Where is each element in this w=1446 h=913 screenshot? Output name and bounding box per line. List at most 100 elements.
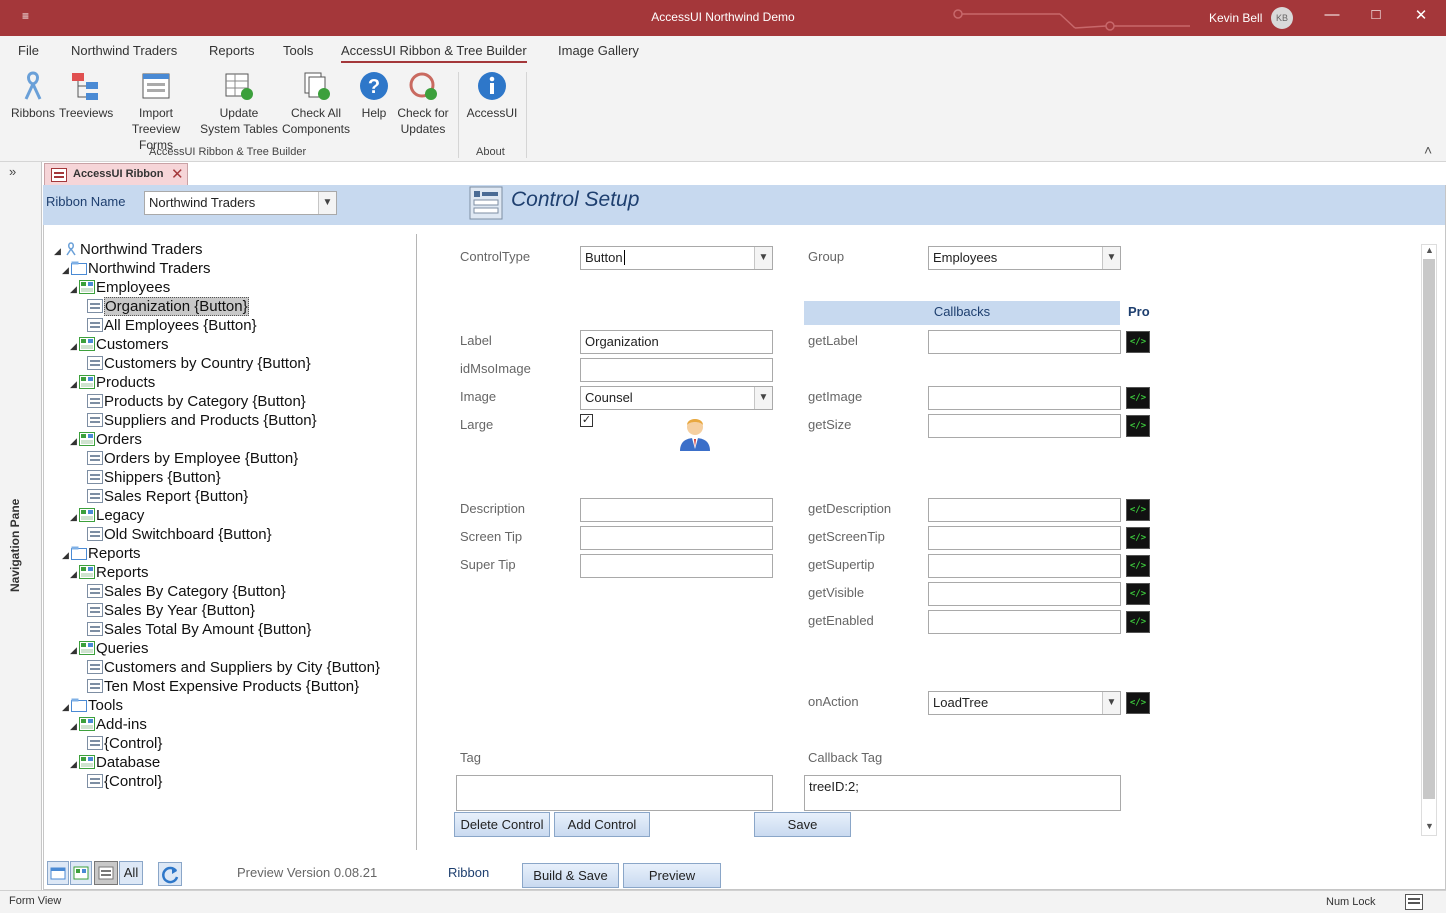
minimize-button[interactable]: — — [1317, 6, 1347, 23]
ribbons-button[interactable]: Ribbons — [9, 70, 57, 121]
navigation-pane[interactable]: » Navigation Pane — [0, 162, 42, 890]
scroll-up-icon[interactable]: ▲ — [1425, 245, 1434, 255]
expand-nav-icon[interactable]: » — [9, 164, 16, 179]
large-checkbox[interactable]: ✓ — [580, 414, 593, 427]
get-description-code-button[interactable]: </> — [1126, 499, 1150, 521]
chevron-down-icon[interactable]: ▼ — [1102, 692, 1120, 714]
super-tip-field[interactable] — [580, 554, 773, 578]
get-visible-code-button[interactable]: </> — [1126, 583, 1150, 605]
tree-node[interactable]: ◢ Queries — [70, 639, 149, 658]
tree-node[interactable]: Old Switchboard {Button} — [78, 525, 272, 544]
add-control-button[interactable]: Add Control — [554, 812, 650, 837]
close-window-button[interactable]: ✕ — [1406, 6, 1436, 24]
save-button[interactable]: Save — [754, 812, 851, 837]
tree-node[interactable]: Customers by Country {Button} — [78, 354, 311, 373]
callback-tag-field[interactable]: treeID:2; — [804, 775, 1121, 811]
tree-node[interactable]: ◢ Products — [70, 373, 155, 392]
tree-node[interactable]: ◢ Tools — [62, 696, 123, 715]
chevron-down-icon[interactable]: ▼ — [754, 387, 772, 409]
tab-file[interactable]: File — [18, 43, 39, 58]
form-view-icon[interactable] — [1405, 894, 1423, 910]
tree-node[interactable]: Ten Most Expensive Products {Button} — [78, 677, 359, 696]
update-system-tables-button[interactable]: Update System Tables — [200, 70, 278, 137]
get-description-field[interactable] — [928, 498, 1121, 522]
delete-control-button[interactable]: Delete Control — [454, 812, 550, 837]
help-button[interactable]: ? Help — [356, 70, 392, 121]
tree-node[interactable]: Orders by Employee {Button} — [78, 449, 298, 468]
get-label-field[interactable] — [928, 330, 1121, 354]
scroll-down-icon[interactable]: ▼ — [1425, 821, 1434, 831]
document-tab[interactable]: AccessUI Ribbon ✕ — [44, 163, 188, 185]
show-all-button[interactable]: All — [119, 861, 143, 885]
tree-view-mode-button[interactable] — [47, 861, 69, 885]
check-all-components-button[interactable]: Check All Components — [280, 70, 352, 137]
get-supertip-field[interactable] — [928, 554, 1121, 578]
tree-node[interactable]: ◢ Northwind Traders — [62, 259, 211, 278]
tree-view[interactable]: ◢ Northwind Traders ◢ Northwind Traders ◢ Emp… — [48, 236, 416, 850]
vertical-scrollbar[interactable]: ▲ ▼ — [1421, 244, 1437, 836]
get-screentip-code-button[interactable]: </> — [1126, 527, 1150, 549]
treeviews-button[interactable]: Treeviews — [59, 70, 113, 121]
tree-node[interactable]: Sales Total By Amount {Button} — [78, 620, 311, 639]
get-label-code-button[interactable]: </> — [1126, 331, 1150, 353]
tag-field[interactable] — [456, 775, 773, 811]
user-name[interactable]: Kevin Bell — [1209, 11, 1262, 25]
close-tab-icon[interactable]: ✕ — [171, 165, 184, 183]
get-size-field[interactable] — [928, 414, 1121, 438]
maximize-button[interactable]: □ — [1361, 6, 1391, 23]
group-combo[interactable]: Employees ▼ — [928, 246, 1121, 270]
get-enabled-code-button[interactable]: </> — [1126, 611, 1150, 633]
check-for-updates-button[interactable]: Check for Updates — [394, 70, 452, 137]
avatar[interactable]: KB — [1271, 7, 1293, 29]
tree-node[interactable]: ◢ Database — [70, 753, 160, 772]
tree-node[interactable]: ◢ Reports — [70, 563, 149, 582]
chevron-down-icon[interactable]: ▼ — [754, 247, 772, 269]
tree-node[interactable]: ◢ Legacy — [70, 506, 144, 525]
tree-node[interactable]: {Control} — [78, 734, 162, 753]
tree-node[interactable]: ◢ Customers — [70, 335, 169, 354]
collapse-ribbon-icon[interactable]: ˄ — [1424, 142, 1432, 158]
label-field[interactable]: Organization — [580, 330, 773, 354]
tree-node[interactable]: Shippers {Button} — [78, 468, 221, 487]
tree-node[interactable]: {Control} — [78, 772, 162, 791]
idmso-image-field[interactable] — [580, 358, 773, 382]
tab-image-gallery[interactable]: Image Gallery — [558, 43, 639, 58]
tree-node[interactable]: Sales By Year {Button} — [78, 601, 255, 620]
ribbon-name-combo[interactable]: Northwind Traders ▼ — [144, 191, 337, 215]
tab-accessui-ribbon-tree-builder[interactable]: AccessUI Ribbon & Tree Builder — [341, 43, 527, 63]
tree-node[interactable]: Customers and Suppliers by City {Button} — [78, 658, 380, 677]
group-view-mode-button[interactable] — [70, 861, 92, 885]
tree-node[interactable]: ◢ Add-ins — [70, 715, 147, 734]
tree-node[interactable]: Products by Category {Button} — [78, 392, 306, 411]
tree-node[interactable]: Suppliers and Products {Button} — [78, 411, 317, 430]
description-field[interactable] — [580, 498, 773, 522]
get-enabled-field[interactable] — [928, 610, 1121, 634]
control-type-combo[interactable]: Button ▼ — [580, 246, 773, 270]
on-action-code-button[interactable]: </> — [1126, 692, 1150, 714]
tree-node[interactable]: All Employees {Button} — [78, 316, 257, 335]
tree-node[interactable]: Organization {Button} — [78, 297, 249, 316]
import-treeview-forms-button[interactable]: Import Treeview Forms — [114, 70, 198, 153]
tab-tools[interactable]: Tools — [283, 43, 313, 58]
tree-node[interactable]: ◢ Employees — [70, 278, 170, 297]
refresh-button[interactable] — [158, 862, 182, 886]
get-image-code-button[interactable]: </> — [1126, 387, 1150, 409]
tab-reports[interactable]: Reports — [209, 43, 255, 58]
tree-node[interactable]: ◢ Reports — [62, 544, 141, 563]
get-size-code-button[interactable]: </> — [1126, 415, 1150, 437]
get-screentip-field[interactable] — [928, 526, 1121, 550]
scrollbar-thumb[interactable] — [1423, 259, 1435, 799]
image-combo[interactable]: Counsel ▼ — [580, 386, 773, 410]
get-image-field[interactable] — [928, 386, 1121, 410]
get-supertip-code-button[interactable]: </> — [1126, 555, 1150, 577]
chevron-down-icon[interactable]: ▼ — [318, 192, 336, 214]
tree-node[interactable]: ◢ Orders — [70, 430, 142, 449]
control-view-mode-button[interactable] — [94, 861, 118, 885]
get-visible-field[interactable] — [928, 582, 1121, 606]
tree-node[interactable]: Sales Report {Button} — [78, 487, 248, 506]
chevron-down-icon[interactable]: ▼ — [1102, 247, 1120, 269]
tab-northwind-traders[interactable]: Northwind Traders — [71, 43, 177, 58]
preview-button[interactable]: Preview — [623, 863, 721, 888]
tree-node[interactable]: Sales By Category {Button} — [78, 582, 286, 601]
screen-tip-field[interactable] — [580, 526, 773, 550]
